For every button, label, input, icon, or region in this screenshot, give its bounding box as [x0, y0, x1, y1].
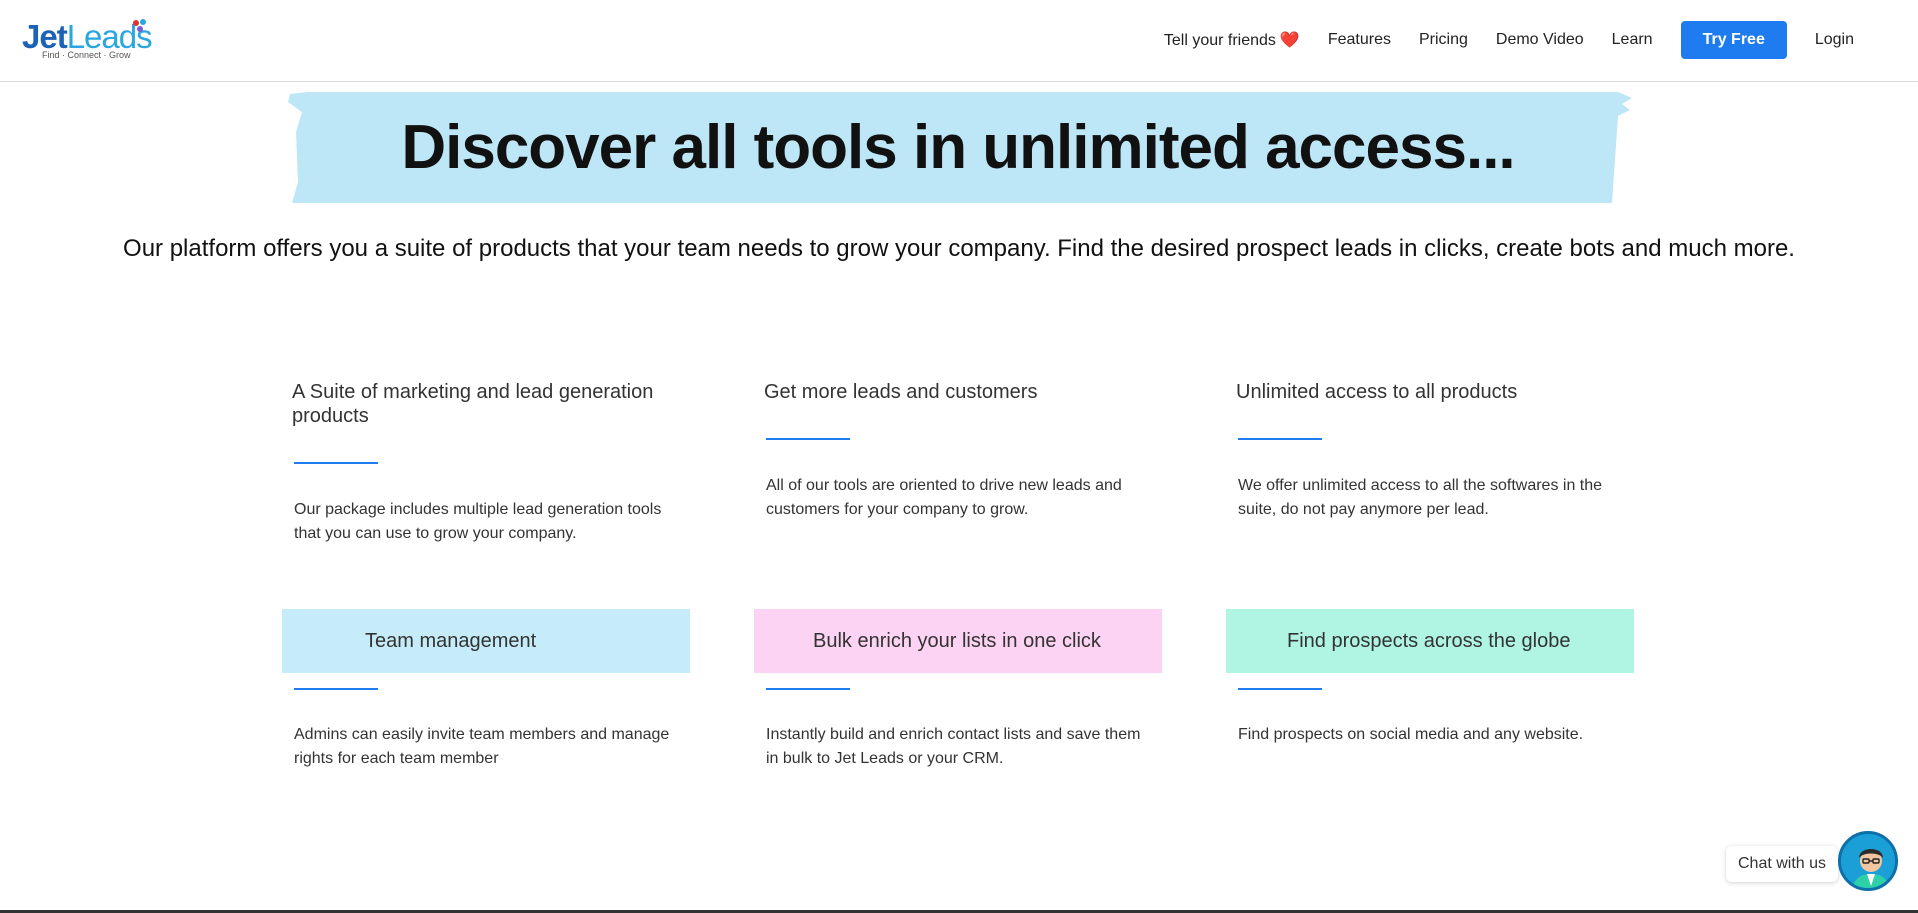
feature-bulk-enrich: Bulk enrich your lists in one click Inst…: [754, 609, 1164, 779]
nav-tell-friends[interactable]: Tell your friends ❤️: [1164, 30, 1300, 50]
avatar-illustration: [1841, 834, 1895, 888]
feature-divider: [1238, 438, 1322, 440]
feature-title: Find prospects across the globe: [1287, 629, 1571, 652]
nav-pricing[interactable]: Pricing: [1419, 31, 1468, 49]
feature-title-box: Bulk enrich your lists in one click: [754, 609, 1162, 673]
main-nav: Tell your friends ❤️ Features Pricing Dem…: [1136, 21, 1854, 59]
feature-desc: All of our tools are oriented to drive n…: [766, 477, 1122, 518]
support-agent-avatar[interactable]: [1838, 831, 1898, 891]
feature-more-leads: Get more leads and customers All of our …: [764, 380, 1174, 540]
login-link[interactable]: Login: [1815, 31, 1854, 49]
site-header: JetLeads Find · Connect · Grow Tell your…: [0, 0, 1918, 82]
heart-icon: ❤️: [1279, 32, 1300, 49]
feature-find-prospects: Find prospects across the globe Find pro…: [1226, 609, 1636, 779]
feature-divider: [766, 688, 850, 690]
feature-title-box: Find prospects across the globe: [1226, 609, 1634, 673]
feature-desc: We offer unlimited access to all the sof…: [1238, 477, 1603, 518]
hero-title: Discover all tools in unlimited access..…: [401, 113, 1515, 182]
feature-desc: Find prospects on social media and any w…: [1238, 726, 1584, 743]
logo-dots-icon: [133, 19, 146, 32]
feature-title: A Suite of marketing and lead generation…: [292, 381, 654, 427]
try-free-button[interactable]: Try Free: [1680, 21, 1787, 59]
feature-desc: Our package includes multiple lead gener…: [294, 501, 662, 542]
feature-divider: [294, 462, 378, 464]
feature-desc: Admins can easily invite team members an…: [294, 726, 670, 767]
feature-desc: Instantly build and enrich contact lists…: [766, 726, 1141, 767]
jetleads-logo[interactable]: JetLeads Find · Connect · Grow: [22, 18, 153, 64]
feature-divider: [766, 438, 850, 440]
hero-subtitle: Our platform offers you a suite of produ…: [123, 235, 1795, 262]
nav-demo-video[interactable]: Demo Video: [1496, 31, 1584, 49]
feature-unlimited: Unlimited access to all products We offe…: [1236, 380, 1646, 540]
logo-tagline: Find · Connect · Grow: [42, 50, 131, 60]
feature-divider: [1238, 688, 1322, 690]
chat-with-us-button[interactable]: Chat with us: [1726, 846, 1839, 882]
feature-title-box: Team management: [282, 609, 690, 673]
feature-title: Team management: [365, 629, 537, 652]
nav-tell-friends-label: Tell your friends: [1163, 32, 1276, 49]
feature-title: Bulk enrich your lists in one click: [813, 629, 1101, 652]
feature-suite: A Suite of marketing and lead generation…: [292, 380, 702, 560]
nav-features[interactable]: Features: [1328, 31, 1391, 49]
feature-team-management: Team management Admins can easily invite…: [282, 609, 692, 779]
nav-learn[interactable]: Learn: [1612, 31, 1653, 49]
feature-divider: [294, 688, 378, 690]
feature-title: Unlimited access to all products: [1236, 381, 1518, 403]
feature-title: Get more leads and customers: [764, 381, 1038, 403]
